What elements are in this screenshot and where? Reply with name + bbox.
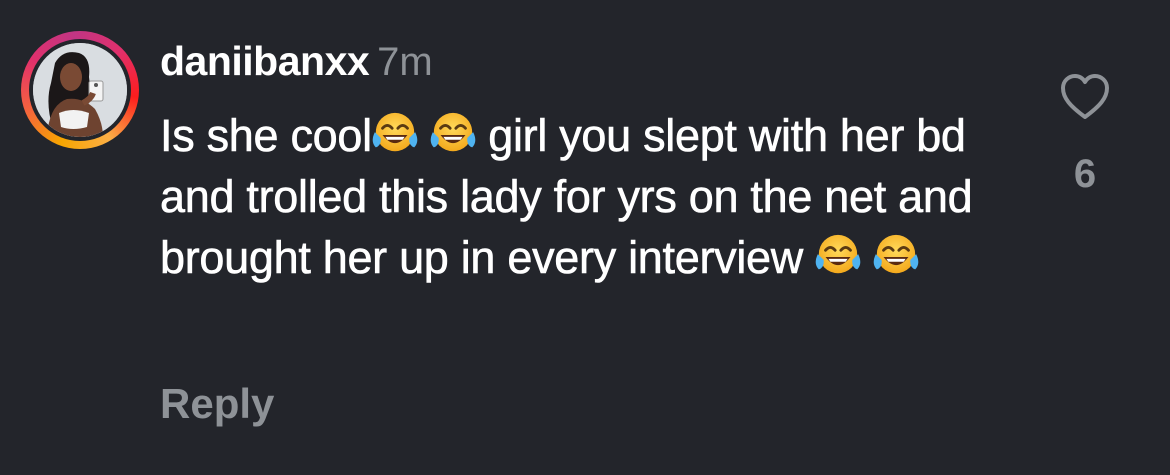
comment-text: Is she cool girl you slept with her bd a… [160, 105, 980, 288]
comment-header: daniibanxx 7m [160, 38, 433, 84]
comment-text-part-1: Is she cool [160, 110, 373, 162]
like-button[interactable] [1060, 73, 1110, 121]
face-with-tears-of-joy-icon [874, 234, 919, 274]
username[interactable]: daniibanxx [160, 38, 370, 84]
avatar-ring-gap [29, 39, 131, 141]
comment-item: daniibanxx 7m Is she cool girl you slept … [0, 0, 1170, 475]
heart-outline-icon [1061, 74, 1109, 119]
avatar[interactable] [33, 43, 127, 137]
avatar-image [33, 43, 127, 137]
face-with-tears-of-joy-icon [372, 112, 418, 152]
face-with-tears-of-joy-icon [815, 234, 861, 274]
timestamp: 7m [377, 40, 433, 84]
reply-button[interactable]: Reply [160, 380, 274, 428]
face-with-tears-of-joy-icon [430, 112, 476, 152]
avatar-story-ring[interactable] [21, 31, 139, 149]
like-count: 6 [1073, 152, 1097, 196]
